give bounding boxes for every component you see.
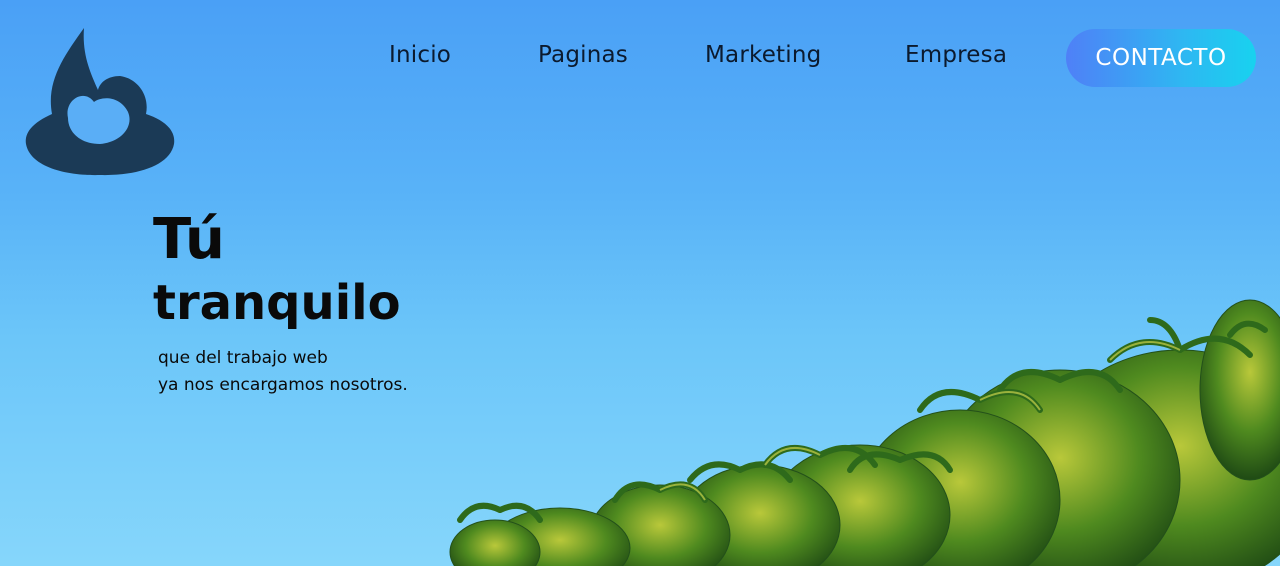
main-nav: Inicio Paginas Marketing Empresa CONTACT… (0, 0, 1280, 120)
contact-button[interactable]: CONTACTO (1066, 29, 1256, 87)
nav-link-marketing[interactable]: Marketing (705, 42, 821, 68)
nav-link-paginas[interactable]: Paginas (538, 42, 628, 68)
hero-subtitle-line1: que del trabajo web (158, 348, 328, 368)
nav-link-empresa[interactable]: Empresa (905, 42, 1007, 68)
hero-section: Inicio Paginas Marketing Empresa CONTACT… (0, 0, 1280, 566)
hero-title: Tú tranquilo (153, 208, 401, 334)
hero-subtitle: que del trabajo web ya nos encargamos no… (158, 345, 408, 399)
hero-title-line1: Tú (153, 207, 225, 272)
hero-title-line2: tranquilo (153, 275, 401, 331)
hero-subtitle-line2: ya nos encargamos nosotros. (158, 375, 408, 395)
nav-link-inicio[interactable]: Inicio (389, 42, 451, 68)
